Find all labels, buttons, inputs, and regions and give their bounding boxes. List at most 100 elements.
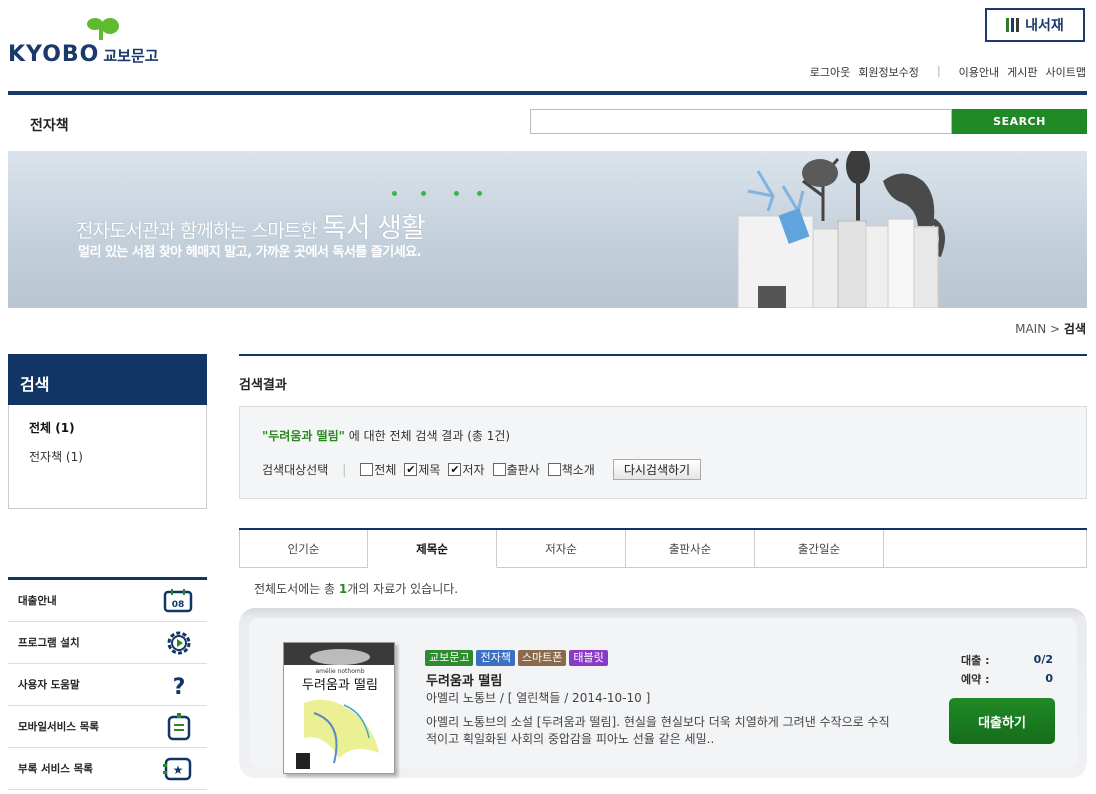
reserve-label: 예약 : <box>961 672 990 686</box>
cover-title: 두려움과 떨림 <box>302 678 378 693</box>
section-title: 전자책 <box>30 118 69 134</box>
filter-intro-label: 책소개 <box>561 463 595 477</box>
result-count: 전체도서에는 총 1개의 자료가 있습니다. <box>254 580 458 597</box>
filter-title-label: 제목 <box>418 463 441 477</box>
header-divider <box>8 91 1087 95</box>
kyobo-logo[interactable]: KYOBO 교보문고 <box>8 16 188 68</box>
tab-publisher[interactable]: 출판사순 <box>626 530 755 567</box>
logo-korean-text: 교보문고 <box>103 47 159 65</box>
mobile-icon <box>167 712 191 740</box>
menu-label: 모바일서비스 목록 <box>18 721 99 733</box>
research-button[interactable]: 다시검색하기 <box>612 459 702 480</box>
book-cover-art: amélie nothomb 두려움과 떨림 <box>284 643 394 769</box>
filter-publisher-checkbox[interactable]: 출판사 <box>492 461 540 478</box>
menu-loan-guide[interactable]: 대출안내 08 <box>8 580 207 622</box>
filter-divider: | <box>342 462 347 477</box>
breadcrumb: MAIN > 검색 <box>1015 320 1086 337</box>
book-cover[interactable]: amélie nothomb 두려움과 떨림 <box>283 642 395 774</box>
svg-text:?: ? <box>173 675 186 698</box>
checkbox-box <box>492 463 506 476</box>
query-line: "두려움과 떨림" 에 대한 전체 검색 결과 (총 1건) <box>262 427 510 444</box>
books-icon <box>1006 18 1020 32</box>
promo-banner: 전자도서관과 함께하는 스마트한 독서 생활 멀리 있는 서점 찾아 헤매지 말… <box>8 151 1087 308</box>
tab-popular[interactable]: 인기순 <box>239 530 368 567</box>
book-result-card: amélie nothomb 두려움과 떨림 <box>239 608 1087 778</box>
leaf-logo-icon <box>87 18 119 40</box>
count-prefix: 전체도서에는 총 <box>254 582 339 596</box>
badge-tablet: 태블릿 <box>569 650 608 666</box>
star-icon: ★ <box>163 757 192 780</box>
book-title-link[interactable]: 두려움과 떨림 <box>426 670 502 689</box>
menu-label: 부록 서비스 목록 <box>18 763 93 775</box>
format-badges: 교보문고 전자책 스마트폰 태블릿 <box>425 650 608 666</box>
mylibrary-label: 내서재 <box>1025 18 1064 34</box>
checkmark-icon: ✔ <box>448 463 462 476</box>
logo-text: KYOBO <box>8 42 100 67</box>
calendar-icon: 08 <box>163 588 193 612</box>
menu-label: 사용자 도움말 <box>18 679 80 691</box>
board-link[interactable]: 게시판 <box>1007 64 1037 80</box>
banner-dots <box>390 191 500 197</box>
badge-smartphone: 스마트폰 <box>517 650 567 666</box>
page-title: 검색결과 <box>239 378 287 393</box>
search-input[interactable] <box>530 109 952 134</box>
reserve-value: 0 <box>1045 672 1053 685</box>
menu-appendix-services[interactable]: 부록 서비스 목록 ★ <box>8 748 207 790</box>
breadcrumb-current: 검색 <box>1063 322 1086 336</box>
top-links: 로그아웃 회원정보수정 | 이용안내 게시판 사이트맵 <box>810 64 1086 80</box>
tab-author[interactable]: 저자순 <box>497 530 626 567</box>
filter-intro-checkbox[interactable]: 책소개 <box>547 461 595 478</box>
svg-text:★: ★ <box>173 763 184 777</box>
menu-label: 프로그램 설치 <box>18 637 80 649</box>
sort-tabs: 인기순 제목순 저자순 출판사순 출간일순 <box>239 528 1087 568</box>
banner-title: 전자도서관과 함께하는 스마트한 독서 생활 <box>76 206 426 245</box>
book-description: 아멜리 노통브의 소설 [두려움과 떨림]. 현실을 현실보다 더욱 치열하게 … <box>426 715 890 746</box>
sidebar-title: 검색 <box>8 354 207 405</box>
service-menu: 대출안내 08 프로그램 설치 사용자 도움말 ? 모바일서비스 목록 부록 서… <box>8 577 207 790</box>
menu-mobile-services[interactable]: 모바일서비스 목록 <box>8 706 207 748</box>
content-divider <box>239 354 1087 356</box>
filter-publisher-label: 출판사 <box>506 463 540 477</box>
badge-ebook: 전자책 <box>476 650 515 666</box>
filter-all-checkbox[interactable]: 전체 <box>360 461 396 478</box>
link-divider: | <box>936 64 941 77</box>
tab-pubdate[interactable]: 출간일순 <box>755 530 884 567</box>
search-button[interactable]: SEARCH <box>952 109 1087 134</box>
banner-title-small: 전자도서관과 함께하는 스마트한 <box>76 220 318 242</box>
query-result-text: 에 대한 전체 검색 결과 (총 1건) <box>348 429 511 443</box>
category-list: 전체 (1) 전자책 (1) <box>8 405 207 509</box>
calendar-date: 08 <box>172 600 185 610</box>
logout-link[interactable]: 로그아웃 <box>810 64 850 80</box>
breadcrumb-home[interactable]: MAIN <box>1015 322 1046 336</box>
search-summary-box: "두려움과 떨림" 에 대한 전체 검색 결과 (총 1건) 검색대상선택 | … <box>239 406 1087 499</box>
books-illustration <box>737 151 945 308</box>
loan-value: 0/2 <box>1033 653 1053 666</box>
sitemap-link[interactable]: 사이트맵 <box>1046 64 1086 80</box>
menu-user-help[interactable]: 사용자 도움말 ? <box>8 664 207 706</box>
borrow-button[interactable]: 대출하기 <box>949 698 1055 744</box>
filter-title-checkbox[interactable]: ✔ 제목 <box>404 461 440 478</box>
mylibrary-button[interactable]: 내서재 <box>985 8 1085 42</box>
filter-all-label: 전체 <box>374 463 397 477</box>
category-ebook[interactable]: 전자책 (1) <box>29 448 186 465</box>
book-meta: 아멜리 노통브 / [ 열린책들 / 2014-10-10 ] <box>426 691 651 705</box>
menu-label: 대출안내 <box>18 595 57 607</box>
breadcrumb-separator: > <box>1050 322 1061 336</box>
gear-icon <box>167 631 191 654</box>
badge-kyobo: 교보문고 <box>425 650 474 666</box>
checkmark-icon: ✔ <box>404 463 418 476</box>
filter-author-checkbox[interactable]: ✔ 저자 <box>448 461 485 478</box>
filter-author-label: 저자 <box>462 463 485 477</box>
banner-title-big: 독서 생활 <box>321 213 426 244</box>
banner-subtitle: 멀리 있는 서점 찾아 헤매지 말고, 가까운 곳에서 독서를 즐기세요. <box>78 245 422 260</box>
search-query: "두려움과 떨림" <box>262 429 345 443</box>
edit-member-info-link[interactable]: 회원정보수정 <box>858 64 919 80</box>
guide-link[interactable]: 이용안내 <box>959 64 999 80</box>
cover-author: amélie nothomb <box>315 668 364 675</box>
menu-program-install[interactable]: 프로그램 설치 <box>8 622 207 664</box>
loan-label: 대출 : <box>961 653 990 667</box>
checkbox-box <box>360 463 374 476</box>
tab-title[interactable]: 제목순 <box>368 530 497 568</box>
filter-label: 검색대상선택 <box>262 463 329 477</box>
category-all[interactable]: 전체 (1) <box>29 419 186 436</box>
